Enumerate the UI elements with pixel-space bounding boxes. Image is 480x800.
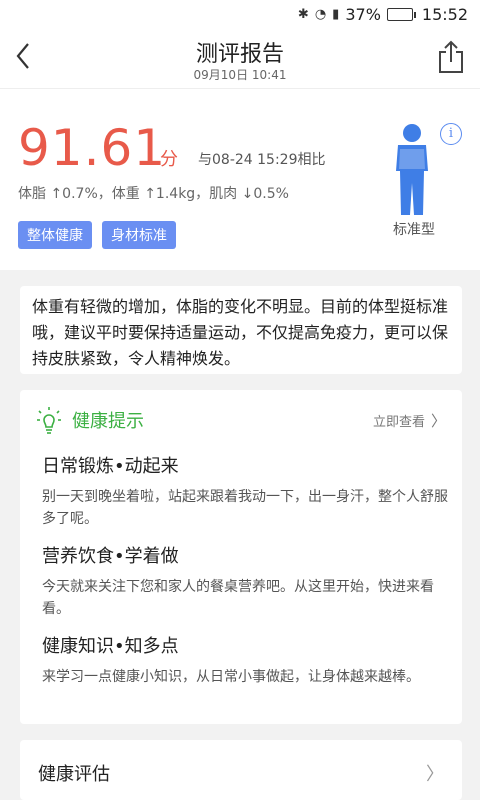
tip-desc: 别一天到晚坐着啦，站起来跟着我动一下，出一身汗，整个人舒服多了呢。	[42, 489, 448, 527]
score-unit: 分	[160, 149, 178, 170]
tip-item-exercise[interactable]: 日常锻炼•动起来 别一天到晚坐着啦，站起来跟着我动一下，出一身汗，整个人舒服多了…	[42, 452, 452, 530]
battery-percent: 37%	[345, 5, 381, 24]
tips-header: 健康提示	[36, 406, 144, 434]
page-title: 测评报告	[195, 42, 284, 67]
tip-title: 健康知识•知多点	[42, 636, 179, 657]
view-now-label: 立即查看	[372, 415, 425, 430]
summary-text: 体重有轻微的增加，体脂的变化不明显。目前的体型挺标准哦，建议平时要保持适量运动，…	[32, 297, 449, 368]
chevron-right-icon: 〉	[426, 764, 444, 785]
tag-overall-health: 整体健康	[18, 221, 92, 249]
tip-desc: 来学习一点健康小知识，从日常小事做起，让身体越来越棒。	[42, 669, 420, 685]
wifi-icon: ◔	[314, 7, 327, 22]
tag-list: 整体健康 身材标准	[18, 221, 176, 249]
report-datetime: 09月10日 10:41	[193, 68, 287, 82]
header: 测评报告 09月10日 10:41	[0, 30, 480, 88]
tip-desc: 今天就来关注下您和家人的餐桌营养吧。从这里开始，快进来看看。	[42, 579, 434, 617]
status-bar: ✱ ◔ ▮ 37% 15:52	[0, 0, 480, 30]
bluetooth-icon: ✱	[297, 7, 309, 22]
summary-card: 体重有轻微的增加，体脂的变化不明显。目前的体型挺标准哦，建议平时要保持适量运动，…	[20, 286, 462, 374]
tip-item-nutrition[interactable]: 营养饮食•学着做 今天就来关注下您和家人的餐桌营养吧。从这里开始，快进来看看。	[42, 542, 452, 620]
health-evaluation-row[interactable]: 健康评估 〉	[20, 740, 462, 800]
body-figure-icon	[390, 123, 434, 219]
tip-item-knowledge[interactable]: 健康知识•知多点 来学习一点健康小知识，从日常小事做起，让身体越来越棒。	[42, 632, 452, 688]
signal-icon: ▮	[332, 7, 340, 22]
share-icon[interactable]	[436, 40, 466, 74]
battery-icon	[386, 8, 416, 21]
view-now-link[interactable]: 立即查看 〉	[373, 410, 446, 431]
tips-title: 健康提示	[72, 411, 144, 432]
status-icons: ✱ ◔ ▮ 37% 15:52	[298, 5, 468, 24]
evaluation-label: 健康评估	[38, 764, 110, 785]
tip-title: 营养饮食•学着做	[42, 546, 179, 567]
compare-text: 与08-24 15:29相比	[198, 152, 326, 168]
tag-body-standard: 身材标准	[102, 221, 176, 249]
health-tips-card: 健康提示 立即查看 〉 日常锻炼•动起来 别一天到晚坐着啦，站起来跟着我动一下，…	[20, 390, 462, 724]
score-value: 91.61	[18, 119, 167, 177]
chevron-right-icon: 〉	[430, 412, 446, 430]
metric-deltas: 体脂 ↑0.7%，体重 ↑1.4kg，肌肉 ↓0.5%	[18, 186, 289, 202]
info-icon[interactable]: i	[440, 123, 462, 145]
body-type-label: 标准型	[393, 222, 435, 238]
score-section: 91.61 分 与08-24 15:29相比 体脂 ↑0.7%，体重 ↑1.4k…	[0, 88, 480, 270]
lightbulb-icon	[37, 407, 61, 434]
tip-title: 日常锻炼•动起来	[42, 456, 179, 477]
clock: 15:52	[421, 5, 468, 24]
